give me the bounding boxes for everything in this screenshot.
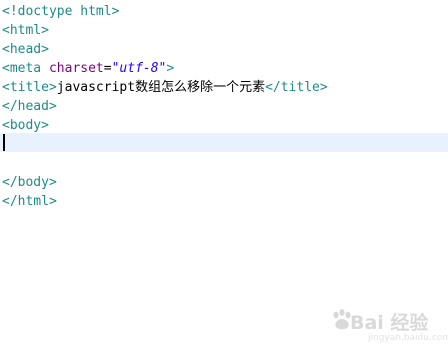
- code-line-5[interactable]: <title>javascript数组怎么移除一个元素</title>: [2, 78, 328, 97]
- tag-name: head: [9, 42, 42, 57]
- tag-name: meta: [9, 61, 49, 76]
- attribute-equals: =: [103, 61, 112, 76]
- tag-open-bracket: <: [2, 118, 10, 133]
- watermark-text: Bai 经验: [350, 312, 429, 334]
- doctype-text: doctype html: [17, 4, 112, 19]
- tag-name: html: [17, 194, 49, 209]
- tag-open-bracket: <: [2, 42, 10, 57]
- tag-close-bracket: >: [48, 80, 57, 95]
- watermark-subtext: jingyan.baidu.com: [368, 333, 448, 343]
- tag-open-bracket: </: [2, 175, 18, 190]
- tag-open-bracket: <: [2, 61, 10, 76]
- code-line-3[interactable]: <head>: [2, 40, 49, 59]
- tag-open-bracket: <!: [2, 4, 18, 19]
- attribute-value: "utf-8": [111, 61, 167, 76]
- code-line-2[interactable]: <html>: [2, 21, 49, 40]
- title-text: javascript数组怎么移除一个元素: [56, 80, 266, 95]
- tag-close-bracket: >: [41, 42, 49, 57]
- tag-close-bracket: >: [41, 23, 49, 38]
- tag-name: html: [9, 23, 42, 38]
- tag-close-bracket: >: [166, 61, 175, 76]
- tag-close-bracket: >: [319, 80, 328, 95]
- tag-name: body: [17, 175, 49, 190]
- code-line-11[interactable]: </html>: [2, 192, 57, 211]
- code-editor[interactable]: <!doctype html> <html> <head> <meta char…: [0, 0, 448, 356]
- baidu-jingyan-watermark: Bai 经验 jingyan.baidu.com: [330, 300, 448, 348]
- text-caret: [3, 134, 5, 151]
- tag-name: title: [280, 80, 320, 95]
- code-line-4[interactable]: <meta charset="utf-8">: [2, 59, 174, 78]
- code-line-10[interactable]: </body>: [2, 173, 57, 192]
- attribute-name: charset: [48, 61, 104, 76]
- tag-close-bracket: >: [111, 4, 120, 19]
- code-line-8[interactable]: [2, 133, 448, 152]
- tag-open-bracket: </: [2, 194, 18, 209]
- tag-name: body: [9, 118, 42, 133]
- tag-open-bracket: </: [265, 80, 281, 95]
- tag-name: title: [9, 80, 49, 95]
- tag-open-bracket: </: [2, 99, 18, 114]
- tag-close-bracket: >: [48, 194, 57, 209]
- tag-open-bracket: <: [2, 23, 10, 38]
- tag-close-bracket: >: [41, 118, 49, 133]
- tag-open-bracket: <: [2, 80, 10, 95]
- tag-close-bracket: >: [48, 99, 57, 114]
- code-line-6[interactable]: </head>: [2, 97, 57, 116]
- code-line-1[interactable]: <!doctype html>: [2, 2, 119, 21]
- tag-name: head: [17, 99, 49, 114]
- tag-close-bracket: >: [48, 175, 57, 190]
